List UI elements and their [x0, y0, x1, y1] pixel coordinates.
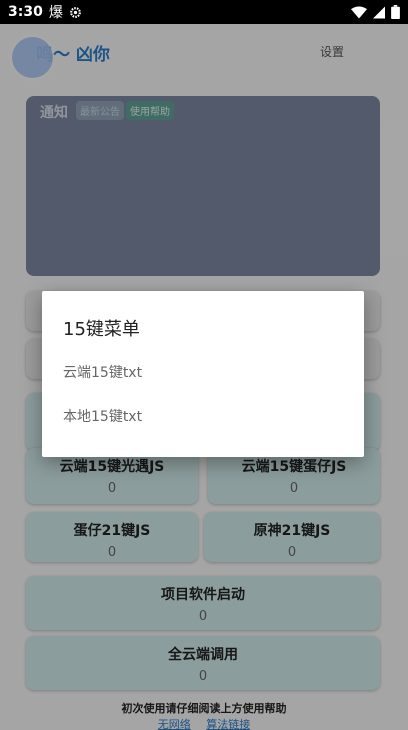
signal-icon — [373, 6, 385, 19]
status-bar: 3:30 爆 — [0, 0, 408, 24]
settings-gear-icon — [69, 6, 82, 19]
battery-icon — [391, 5, 400, 19]
dialog-item-local-15key-txt[interactable]: 本地15键txt — [63, 406, 142, 426]
wifi-icon — [351, 6, 367, 19]
dialog-item-cloud-15key-txt[interactable]: 云端15键txt — [63, 362, 142, 382]
notification-char: 爆 — [48, 5, 63, 21]
menu-dialog: 15键菜单 云端15键txt 本地15键txt — [42, 291, 364, 457]
dialog-title: 15键菜单 — [63, 319, 140, 340]
status-time: 3:30 — [8, 4, 43, 20]
